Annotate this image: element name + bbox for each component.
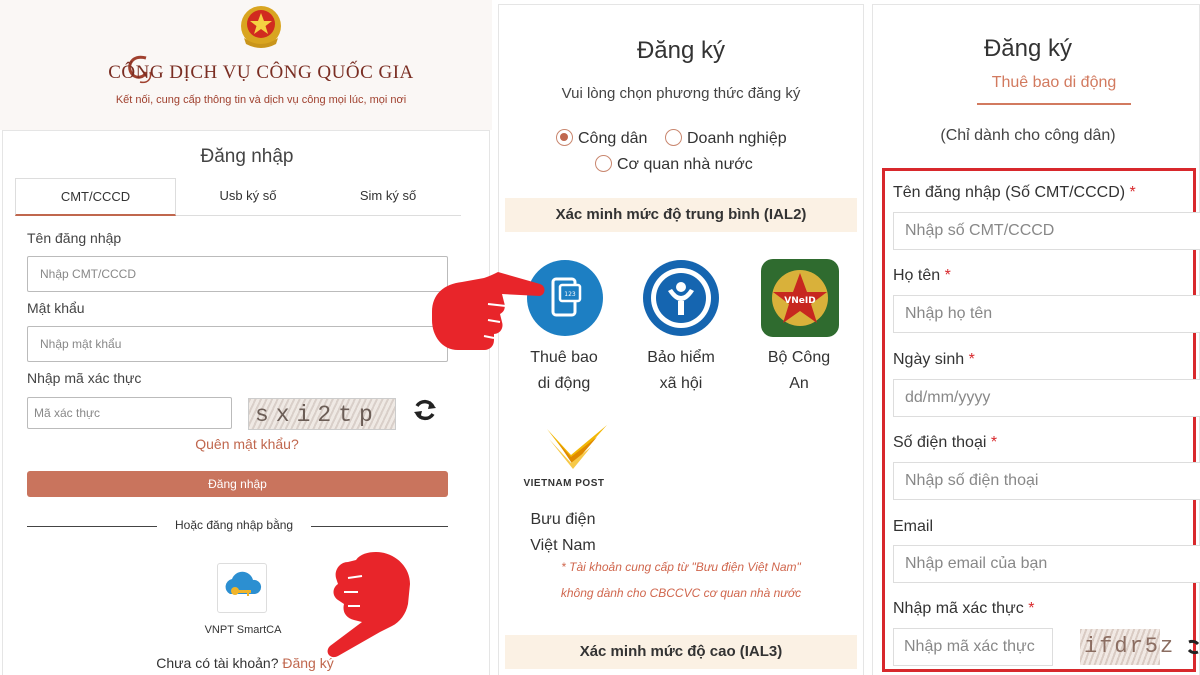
field-dob-label-text: Ngày sinh	[893, 351, 965, 368]
login-title: Đăng nhập	[200, 146, 294, 167]
required-marker: *	[1028, 600, 1035, 617]
vnpt-smartca-label: VNPT SmartCA	[204, 624, 282, 636]
refresh-icon[interactable]	[1186, 636, 1200, 658]
field-dob-input[interactable]: dd/mm/yyyy	[893, 379, 1200, 417]
method-vietnam-post[interactable]: VIETNAM POST Bưu điện Việt Nam	[513, 423, 613, 563]
radio-government-label: Cơ quan nhà nước	[617, 156, 753, 173]
field-fullname-label: Họ tên *	[893, 267, 951, 285]
login-tabs: CMT/CCCD Usb ký số Sim ký số	[15, 178, 461, 216]
vietnam-post-logo-text: VIETNAM POST	[523, 478, 605, 489]
username-label: Tên đăng nhập	[27, 230, 122, 246]
register-subtitle: Vui lòng chọn phương thức đăng ký	[561, 85, 801, 102]
post-note-line1: * Tài khoản cung cấp từ "Bưu điện Việt N…	[561, 560, 801, 574]
register-method-panel: Đăng ký Vui lòng chọn phương thức đăng k…	[498, 4, 864, 675]
field-email-input[interactable]: Nhập email của bạn	[893, 545, 1200, 583]
username-input[interactable]: Nhập CMT/CCCD	[27, 256, 448, 292]
or-login-with-text: Hoặc đăng nhập bằng	[157, 518, 312, 532]
cloud-key-icon	[225, 571, 262, 596]
field-username-input[interactable]: Nhập số CMT/CCCD	[893, 212, 1200, 250]
radio-citizen[interactable]: Công dân	[556, 129, 647, 148]
radio-business[interactable]: Doanh nghiệp	[665, 129, 787, 148]
required-marker: *	[968, 351, 975, 368]
radio-unchecked-icon	[595, 155, 612, 172]
national-emblem-icon	[241, 6, 281, 48]
pointing-hand-icon	[432, 272, 545, 350]
svg-text:VNeID: VNeID	[784, 296, 815, 306]
field-username-label: Tên đăng nhập (Số CMT/CCCD) *	[893, 184, 1136, 202]
field-captcha-label-text: Nhập mã xác thực	[893, 600, 1024, 617]
radio-checked-icon	[556, 129, 573, 146]
method-ministry-public-security[interactable]: VNeID Bộ Công An	[749, 259, 849, 399]
login-panel: CỔNG DỊCH VỤ CÔNG QUỐC GIA Kết nối, cung…	[0, 0, 492, 675]
field-phone-input[interactable]: Nhập số điện thoại	[893, 462, 1200, 500]
forgot-password-link[interactable]: Quên mật khẩu?	[3, 436, 491, 452]
svg-text:123: 123	[564, 291, 576, 298]
post-note-line2: không dành cho CBCCVC cơ quan nhà nước	[560, 586, 802, 600]
ial3-header: Xác minh mức độ cao (IAL3)	[505, 635, 857, 669]
tab-sim-signature[interactable]: Sim ký số	[333, 178, 443, 216]
radio-citizen-label: Công dân	[578, 130, 648, 147]
screenshot-collage: CỔNG DỊCH VỤ CÔNG QUỐC GIA Kết nối, cung…	[0, 0, 1200, 675]
no-account-text: Chưa có tài khoản?	[156, 655, 279, 671]
method-insurance-line2: xã hội	[659, 375, 703, 392]
method-police-line2: An	[789, 375, 809, 392]
field-fullname-label-text: Họ tên	[893, 267, 941, 284]
password-label: Mật khẩu	[27, 300, 85, 316]
captcha-image: sxi2tp	[248, 398, 396, 430]
portal-title: CỔNG DỊCH VỤ CÔNG QUỐC GIA	[108, 62, 414, 83]
password-input[interactable]: Nhập mật khẩu	[27, 326, 448, 362]
divider: Hoặc đăng nhập bằng	[27, 518, 448, 532]
login-form: Đăng nhập CMT/CCCD Usb ký số Sim ký số T…	[2, 130, 490, 675]
required-marker: *	[1129, 184, 1136, 201]
method-post-line2: Việt Nam	[530, 537, 596, 554]
portal-subtitle: Kết nối, cung cấp thông tin và dịch vụ c…	[115, 94, 407, 106]
field-username-label-text: Tên đăng nhập (Số CMT/CCCD)	[893, 184, 1126, 201]
register-prompt: Chưa có tài khoản? Đăng ký	[3, 655, 491, 671]
method-post-label: Bưu điện Việt Nam	[513, 507, 613, 559]
method-mobile-line2: di động	[537, 375, 591, 392]
field-captcha-input[interactable]: Nhập mã xác thực	[893, 628, 1053, 666]
register-title: Đăng ký	[636, 37, 726, 64]
field-dob-label: Ngày sinh *	[893, 351, 975, 369]
tab-cmt-cccd[interactable]: CMT/CCCD	[15, 178, 176, 216]
captcha-image: ifdr5z	[1080, 629, 1173, 665]
captcha-input[interactable]: Mã xác thực	[27, 397, 232, 429]
field-email-label-text: Email	[893, 518, 934, 535]
portal-header: CỔNG DỊCH VỤ CÔNG QUỐC GIA Kết nối, cung…	[0, 0, 492, 130]
ial2-header: Xác minh mức độ trung bình (IAL2)	[505, 198, 857, 232]
method-social-insurance[interactable]: Bảo hiểm xã hội	[631, 259, 731, 399]
field-email-label: Email	[893, 518, 933, 536]
method-insurance-label: Bảo hiểm xã hội	[631, 345, 731, 397]
field-fullname-input[interactable]: Nhập họ tên	[893, 295, 1200, 333]
method-insurance-line1: Bảo hiểm	[647, 349, 715, 366]
field-phone-label: Số điện thoại *	[893, 434, 997, 452]
required-marker: *	[944, 267, 951, 284]
citizen-only-note: (Chỉ dành cho công dân)	[940, 127, 1116, 144]
radio-government[interactable]: Cơ quan nhà nước	[595, 155, 753, 174]
tab-mobile-subscriber[interactable]: Thuê bao di động	[977, 71, 1131, 105]
method-police-label: Bộ Công An	[749, 345, 849, 397]
required-marker: *	[990, 434, 998, 451]
field-captcha-label: Nhập mã xác thực *	[893, 600, 1034, 618]
register-form-title: Đăng ký	[983, 35, 1073, 62]
captcha-label: Nhập mã xác thực	[27, 370, 142, 386]
method-post-line1: Bưu điện	[530, 511, 596, 528]
field-phone-label-text: Số điện thoại	[893, 434, 987, 451]
tab-usb-signature[interactable]: Usb ký số	[193, 178, 303, 216]
method-police-line1: Bộ Công	[767, 349, 831, 366]
vnpt-smartca-button[interactable]	[217, 563, 267, 613]
radio-unchecked-icon	[665, 129, 682, 146]
vneid-icon: VNeID	[761, 259, 839, 337]
refresh-icon[interactable]	[412, 397, 438, 423]
radio-business-label: Doanh nghiệp	[687, 130, 787, 147]
pointing-hand-icon	[327, 552, 410, 658]
social-insurance-icon	[643, 260, 719, 336]
login-button[interactable]: Đăng nhập	[27, 471, 448, 497]
